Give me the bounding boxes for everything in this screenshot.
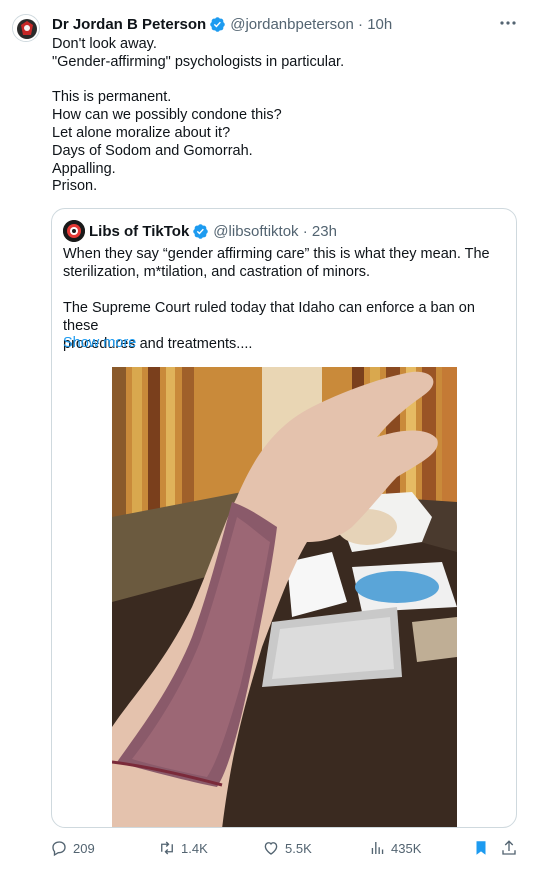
repost-icon	[161, 841, 173, 855]
tweet[interactable]: Dr Jordan B Peterson @jordanbpeterson · …	[0, 0, 535, 872]
tweet-actions: 209 1.4K 5.5K 435K	[50, 836, 520, 860]
bookmark-button[interactable]	[472, 836, 495, 860]
reply-button[interactable]: 209	[50, 836, 95, 860]
quoted-tweet[interactable]: Libs of TikTok @libsoftiktok · 23h When …	[51, 208, 517, 828]
like-button[interactable]: 5.5K	[262, 836, 312, 860]
quoted-author-handle-time[interactable]: @libsoftiktok · 23h	[213, 223, 337, 240]
share-button[interactable]	[500, 836, 523, 860]
quoted-text-line: sterilization, m*tilation, and castratio…	[63, 264, 371, 280]
verified-badge-icon	[209, 16, 226, 33]
repost-count: 1.4K	[181, 840, 208, 856]
tweet-text-line: This is permanent.	[52, 89, 172, 106]
tweet-text-line: Days of Sodom and Gomorrah.	[52, 142, 253, 159]
views-count: 435K	[391, 840, 422, 856]
bookmark-icon	[476, 841, 486, 855]
views-icon	[371, 842, 384, 854]
verified-badge-icon	[192, 223, 209, 240]
author-handle-time[interactable]: @jordanbpeterson · 10h	[230, 16, 392, 33]
quoted-text-line: When they say “gender affirming care” th…	[63, 246, 490, 262]
tweet-text: Don't look away. "Gender-affirming" psyc…	[52, 36, 512, 196]
quoted-tweet-header: Libs of TikTok @libsoftiktok · 23h	[89, 221, 337, 241]
tweet-text-line: Appalling.	[52, 160, 116, 177]
quoted-text-line: The Supreme Court ruled today that Idaho…	[63, 300, 475, 334]
repost-button[interactable]: 1.4K	[158, 836, 208, 860]
quoted-tweet-image[interactable]	[112, 367, 457, 827]
tweet-header: Dr Jordan B Peterson @jordanbpeterson · …	[52, 14, 392, 34]
author-avatar[interactable]	[12, 14, 40, 42]
tweet-text-line	[52, 72, 512, 90]
show-more-link[interactable]: Show more	[63, 335, 136, 351]
like-count: 5.5K	[285, 840, 312, 856]
like-icon	[264, 842, 278, 855]
tweet-text-line: Prison.	[52, 178, 98, 195]
reply-icon	[52, 841, 66, 857]
tweet-text-line: Let alone moralize about it?	[52, 124, 231, 141]
quoted-text-line	[63, 281, 511, 299]
more-icon[interactable]	[497, 14, 519, 32]
tweet-text-line: "Gender-affirming" psychologists in part…	[52, 53, 345, 70]
share-icon	[502, 840, 516, 855]
quoted-author-avatar[interactable]	[63, 220, 85, 242]
views-button[interactable]: 435K	[368, 836, 421, 860]
tweet-text-line: How can we possibly condone this?	[52, 107, 282, 124]
reply-count: 209	[73, 840, 95, 856]
author-name[interactable]: Dr Jordan B Peterson	[52, 16, 206, 33]
quoted-author-name[interactable]: Libs of TikTok	[89, 223, 189, 240]
tweet-text-line: Don't look away.	[52, 36, 157, 52]
